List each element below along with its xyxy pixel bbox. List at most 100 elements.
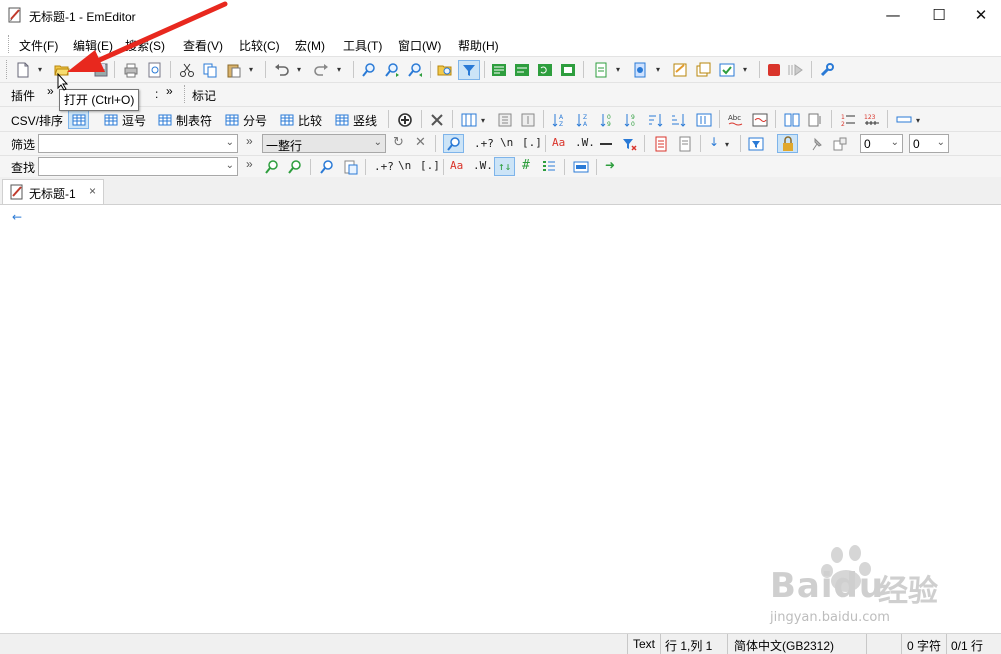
- filter-clear-icon[interactable]: [621, 136, 637, 152]
- find-whole-word-toggle[interactable]: .W.: [473, 159, 493, 172]
- escape-sequence-toggle[interactable]: \n: [500, 136, 513, 149]
- clear-filter-icon[interactable]: ✕: [415, 135, 426, 150]
- go-arrow-icon[interactable]: ➜: [605, 158, 615, 172]
- find-in-files-icon[interactable]: [437, 62, 453, 78]
- sort-az-icon[interactable]: AZ: [552, 112, 568, 128]
- plugins-more-chevron[interactable]: »: [47, 84, 54, 98]
- close-button[interactable]: ✕: [961, 0, 1001, 30]
- check-icon[interactable]: [719, 62, 735, 78]
- toolbar-grip[interactable]: [6, 60, 10, 79]
- filter-more-chevron[interactable]: »: [246, 134, 253, 148]
- status-encoding[interactable]: 简体中文(GB2312): [734, 637, 834, 654]
- whole-word-toggle[interactable]: .W.: [575, 136, 595, 149]
- filter-input[interactable]: ⌄: [38, 134, 238, 153]
- minimize-button[interactable]: —: [870, 0, 916, 30]
- sort-09-icon[interactable]: 09: [600, 112, 616, 128]
- numbering-icon[interactable]: 12: [840, 112, 856, 128]
- context-before-dropdown-icon[interactable]: ⌄: [891, 137, 899, 148]
- compare-table-icon[interactable]: [279, 112, 295, 128]
- redo-dropdown-icon[interactable]: ▾: [337, 65, 341, 74]
- paste-dropdown-icon[interactable]: ▾: [249, 65, 253, 74]
- sort-length-asc-icon[interactable]: [648, 112, 664, 128]
- bookmark-lines-icon[interactable]: [653, 136, 669, 152]
- find-input-dropdown-icon[interactable]: ⌄: [226, 160, 234, 171]
- filter-toggle-button[interactable]: [458, 60, 480, 80]
- find-escape-toggle[interactable]: \n: [398, 159, 411, 172]
- tab-table-icon[interactable]: [157, 112, 173, 128]
- find-previous-icon[interactable]: [287, 159, 303, 175]
- advanced-filter-icon[interactable]: [748, 136, 764, 152]
- find-wrap-toggle[interactable]: ↑↓: [494, 157, 515, 176]
- status-mode[interactable]: Text: [633, 637, 655, 651]
- find-next-icon[interactable]: [264, 159, 280, 175]
- find-in-document-icon[interactable]: [342, 159, 358, 175]
- menu-compare[interactable]: 比较(C): [239, 37, 280, 54]
- menu-grip[interactable]: [8, 35, 12, 53]
- select-column-icon[interactable]: [497, 112, 513, 128]
- plugins-label[interactable]: 插件: [11, 87, 35, 104]
- split-view-icon[interactable]: [784, 112, 800, 128]
- wrap-by-page-icon[interactable]: [560, 62, 576, 78]
- filter-document-icon[interactable]: [677, 136, 693, 152]
- find-window-icon[interactable]: [573, 159, 589, 175]
- sort-options-icon[interactable]: [696, 112, 712, 128]
- new-file-icon[interactable]: [15, 62, 31, 78]
- run-macro-icon[interactable]: [788, 62, 804, 78]
- semicolon-table-icon[interactable]: [224, 112, 240, 128]
- menu-window[interactable]: 窗口(W): [398, 37, 441, 54]
- filter-options-icon[interactable]: [832, 136, 848, 152]
- reload-dropdown-icon[interactable]: ▾: [656, 65, 660, 74]
- status-position[interactable]: 行 1,列 1: [665, 637, 712, 654]
- customize-icon[interactable]: [695, 62, 711, 78]
- find-next-icon[interactable]: [384, 62, 400, 78]
- csv-compare-button[interactable]: 比较: [298, 112, 322, 129]
- sort-90-icon[interactable]: 90: [624, 112, 640, 128]
- sort-za-icon[interactable]: ZA: [576, 112, 592, 128]
- direction-dropdown-icon[interactable]: ▾: [725, 140, 729, 149]
- menu-file[interactable]: 文件(F): [19, 37, 58, 54]
- check-dropdown-icon[interactable]: ▾: [743, 65, 747, 74]
- find-icon[interactable]: [361, 62, 377, 78]
- negative-filter-icon[interactable]: [598, 136, 614, 152]
- find-all-icon[interactable]: [319, 159, 335, 175]
- csv-sort-label[interactable]: CSV/排序: [11, 112, 63, 129]
- undo-dropdown-icon[interactable]: ▾: [297, 65, 301, 74]
- context-before-select[interactable]: 0 ⌄: [860, 134, 903, 153]
- ruler-icon[interactable]: [896, 112, 912, 128]
- tab-close-icon[interactable]: ×: [89, 184, 96, 198]
- reload-encoding-icon[interactable]: [632, 62, 648, 78]
- comma-table-icon[interactable]: [103, 112, 119, 128]
- pipe-table-icon[interactable]: [334, 112, 350, 128]
- sync-scroll-icon[interactable]: [808, 112, 824, 128]
- word-wrap-icon[interactable]: [491, 62, 507, 78]
- wrap-by-window-icon[interactable]: [514, 62, 530, 78]
- csv-normal-mode-button[interactable]: [68, 110, 89, 129]
- csv-pipe-button[interactable]: 竖线: [353, 112, 377, 129]
- down-arrow-icon[interactable]: ↓: [709, 135, 719, 149]
- csv-tab-button[interactable]: 制表符: [176, 112, 212, 129]
- context-after-select[interactable]: 0 ⌄: [909, 134, 949, 153]
- wrap-by-chars-icon[interactable]: [537, 62, 553, 78]
- menu-help[interactable]: 帮助(H): [458, 37, 499, 54]
- spell-check-icon[interactable]: Abc: [728, 112, 744, 128]
- insert-column-icon[interactable]: [520, 112, 536, 128]
- find-previous-icon[interactable]: [407, 62, 423, 78]
- sort-length-desc-icon[interactable]: [671, 112, 687, 128]
- redo-icon[interactable]: [313, 62, 329, 78]
- tools-cross-icon[interactable]: [429, 112, 445, 128]
- find-bracket-toggle[interactable]: [.]: [420, 159, 440, 172]
- filter-input-dropdown-icon[interactable]: ⌄: [226, 137, 234, 148]
- properties-icon[interactable]: [672, 62, 688, 78]
- menu-macro[interactable]: 宏(M): [295, 37, 325, 54]
- add-column-icon[interactable]: [397, 112, 413, 128]
- find-more-chevron[interactable]: »: [246, 157, 253, 171]
- ruler-dropdown-icon[interactable]: ▾: [916, 116, 920, 125]
- refresh-icon[interactable]: ↻: [393, 135, 404, 150]
- menu-tools[interactable]: 工具(T): [343, 37, 382, 54]
- match-case-toggle[interactable]: Aa: [552, 136, 565, 149]
- find-list-icon[interactable]: [541, 159, 557, 175]
- csv-semicolon-button[interactable]: 分号: [243, 112, 267, 129]
- tab-untitled-1[interactable]: 无标题-1 ×: [2, 179, 104, 204]
- context-after-dropdown-icon[interactable]: ⌄: [937, 137, 945, 148]
- find-grid-icon[interactable]: #: [522, 158, 530, 173]
